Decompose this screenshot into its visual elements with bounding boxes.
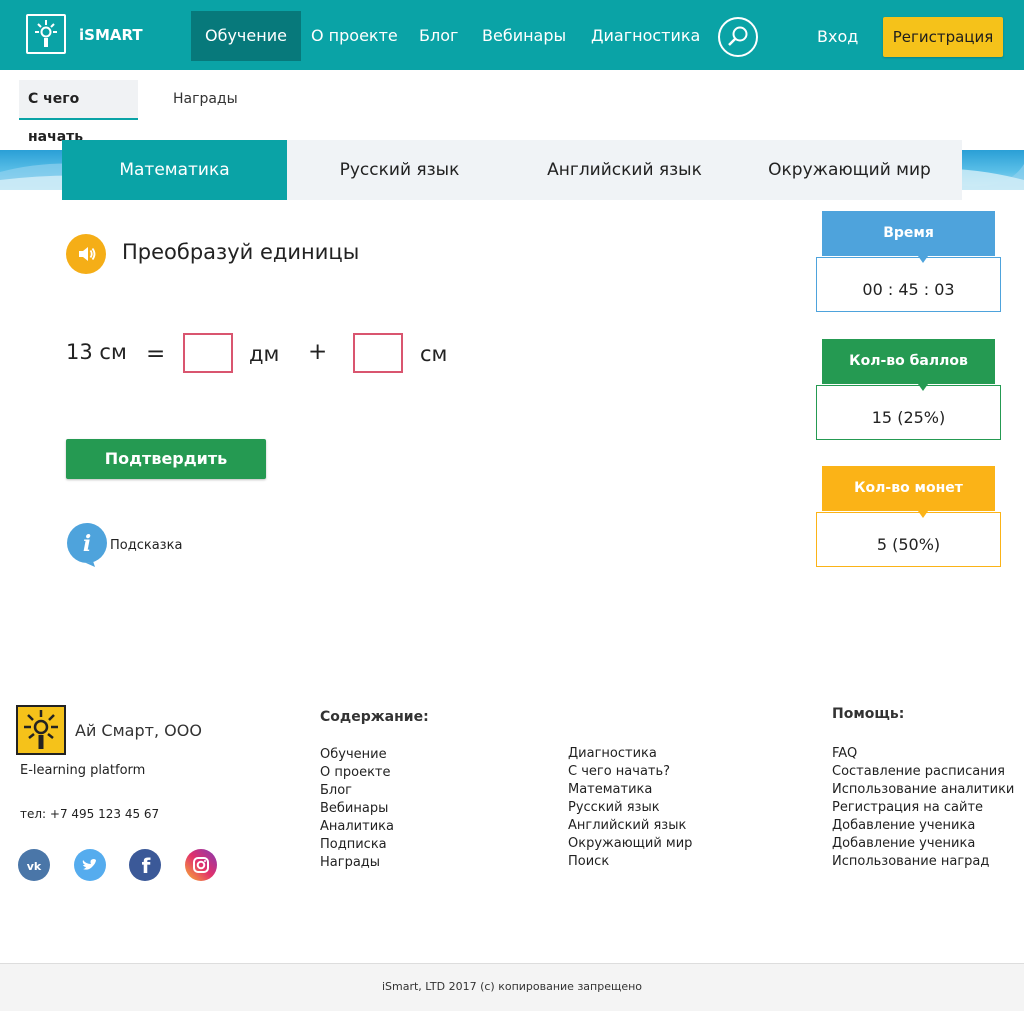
footer-link[interactable]: Математика [568,781,692,799]
copyright-text: iSmart, LTD 2017 (с) копирование запреще… [381,980,643,993]
answer-input-cm[interactable] [353,333,403,373]
footer-link[interactable]: Награды [320,854,394,872]
nav-item-learning[interactable]: Обучение [191,11,301,61]
footer-link[interactable]: Русский язык [568,799,692,817]
info-icon[interactable]: i [66,522,108,568]
subtab-awards[interactable]: Награды [164,80,247,120]
ismart-logo-icon[interactable] [26,14,66,54]
subtab-getting-started[interactable]: С чего начать [19,80,138,145]
facebook-icon[interactable]: f [129,849,161,881]
footer-link[interactable]: Обучение [320,746,394,764]
svg-text:i: i [83,531,91,557]
instagram-icon[interactable] [185,849,217,881]
hint-link[interactable]: Подсказка [110,538,182,553]
nav-item-diagnostics[interactable]: Диагностика [577,11,714,61]
nav-item-blog[interactable]: Блог [405,11,472,61]
footer-links-help: FAQ Составление расписания Использование… [832,745,1014,871]
footer-link[interactable]: Добавление ученика [832,835,1014,853]
task-title: Преобразуй единицы [122,240,360,264]
time-label: Время [822,211,995,263]
footer-logo-icon [16,705,66,755]
footer-help-title: Помощь: [832,706,905,722]
time-value: 00 : 45 : 03 [862,280,955,299]
subject-tab-english[interactable]: Английский язык [512,140,737,200]
subject-tab-russian[interactable]: Русский язык [287,140,512,200]
speaker-icon [79,247,96,261]
footer-link[interactable]: Английский язык [568,817,692,835]
footer-link[interactable]: Составление расписания [832,763,1014,781]
footer-link[interactable]: О проекте [320,764,394,782]
footer-company-name: Ай Смарт, ООО [75,721,202,740]
footer-link[interactable]: Поиск [568,853,692,871]
points-value: 15 (25%) [871,408,946,427]
footer-link[interactable]: Вебинары [320,800,394,818]
footer-link[interactable]: FAQ [832,745,1014,763]
footer-link[interactable]: Блог [320,782,394,800]
equals-sign: = [146,341,166,367]
svg-text:f: f [142,854,151,878]
search-icon [728,26,748,46]
footer-link[interactable]: С чего начать? [568,763,692,781]
sound-button[interactable] [66,234,106,274]
answer-input-dm[interactable] [183,333,233,373]
nav-item-about[interactable]: О проекте [297,11,412,61]
footer-phone: тел: +7 495 123 45 67 [20,807,160,821]
footer-link[interactable]: Регистрация на сайте [832,799,1014,817]
footer-link[interactable]: Использование наград [832,853,1014,871]
plus-sign: + [308,339,328,365]
login-link[interactable]: Вход [817,27,858,46]
footer-link[interactable]: Аналитика [320,818,394,836]
time-stat-box: 00 : 45 : 03 [816,257,1001,312]
footer-contents-title: Содержание: [320,709,429,725]
points-label: Кол-во баллов [822,339,995,391]
search-button[interactable] [718,17,758,57]
footer-links-col2: Диагностика С чего начать? Математика Ру… [568,745,692,871]
confirm-button[interactable]: Подтвердить [66,439,266,479]
subject-tab-math[interactable]: Математика [62,140,287,200]
equation-lhs: 13 см [66,340,127,364]
nav-item-webinars[interactable]: Вебинары [468,11,580,61]
footer-link[interactable]: Подписка [320,836,394,854]
subject-tab-world[interactable]: Окружающий мир [737,140,962,200]
footer-tagline: E-learning platform [20,763,146,778]
twitter-icon[interactable] [74,849,106,881]
coins-label: Кол-во монет [822,466,995,518]
points-stat-box: 15 (25%) [816,385,1001,440]
unit-dm-label: дм [249,342,280,366]
unit-cm-label: см [420,342,448,366]
coins-stat-box: 5 (50%) [816,512,1001,567]
svg-text:vk: vk [27,860,42,873]
vk-icon[interactable]: vk [18,849,50,881]
footer-links-col1: Обучение О проекте Блог Вебинары Аналити… [320,746,394,872]
logo-text[interactable]: iSMART [79,26,143,44]
footer-link[interactable]: Окружающий мир [568,835,692,853]
footer-link[interactable]: Использование аналитики [832,781,1014,799]
coins-value: 5 (50%) [876,535,941,554]
footer-link[interactable]: Добавление ученика [832,817,1014,835]
register-button[interactable]: Регистрация [883,17,1003,57]
footer-link[interactable]: Диагностика [568,745,692,763]
